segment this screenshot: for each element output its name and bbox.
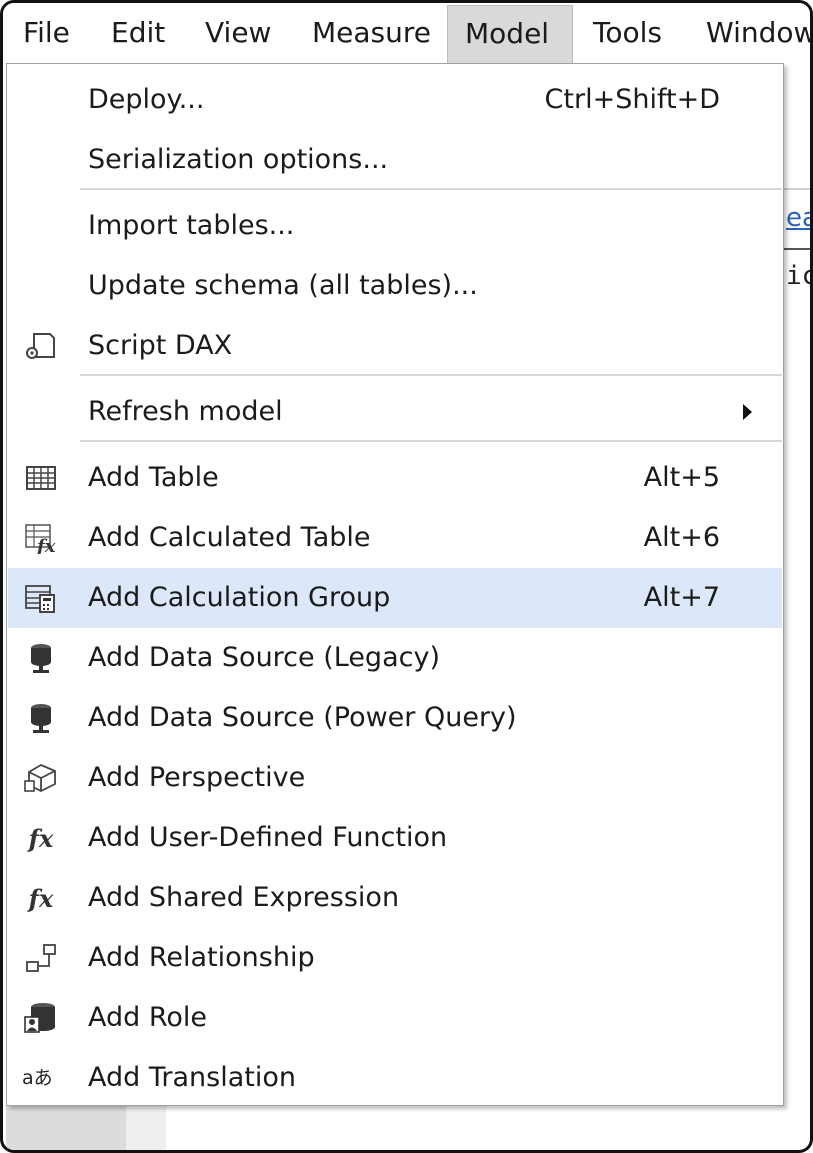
menu-item-label: Add Relationship [88, 942, 315, 973]
menu-item-serialization-options[interactable]: Serialization options... [8, 130, 782, 190]
menu-edit[interactable]: Edit [111, 3, 165, 60]
menu-item-label: Add Perspective [88, 762, 306, 793]
menu-item-import-tables[interactable]: Import tables... [8, 196, 782, 256]
background-link-fragment[interactable]: ea [786, 203, 810, 233]
menu-item-label: Add Table [88, 462, 219, 493]
menu-item-label: Add Data Source (Legacy) [88, 642, 440, 673]
menu-separator [80, 440, 782, 442]
menu-item-label: Update schema (all tables)... [88, 270, 478, 301]
menu-item-label: Script DAX [88, 330, 233, 361]
background-code-fragment: ic [786, 261, 810, 291]
background-divider [783, 188, 810, 190]
menu-item-add-shared-expression[interactable]: fx Add Shared Expression [8, 868, 782, 928]
calculation-group-icon [22, 581, 60, 615]
menu-model[interactable]: Model [447, 5, 573, 63]
menu-item-script-dax[interactable]: Script DAX [8, 316, 782, 376]
fx-icon: fx [22, 881, 60, 915]
menu-item-add-role[interactable]: Add Role [8, 988, 782, 1048]
menu-item-label: Refresh model [88, 396, 283, 427]
menu-item-shortcut: Alt+7 [643, 582, 720, 613]
menu-item-update-schema[interactable]: Update schema (all tables)... [8, 256, 782, 316]
menu-item-label: Add User-Defined Function [88, 822, 448, 853]
calculated-table-icon: fx [22, 521, 60, 555]
menu-item-add-relationship[interactable]: Add Relationship [8, 928, 782, 988]
menu-item-shortcut: Alt+5 [643, 462, 720, 493]
menu-item-add-data-source-power-query[interactable]: Add Data Source (Power Query) [8, 688, 782, 748]
menu-item-add-table[interactable]: Add Table Alt+5 [8, 448, 782, 508]
background-panel [126, 1103, 166, 1150]
fx-icon-text: fx [28, 823, 54, 853]
menu-view[interactable]: View [205, 3, 271, 60]
menu-item-add-data-source-legacy[interactable]: Add Data Source (Legacy) [8, 628, 782, 688]
menu-item-add-calculation-group[interactable]: Add Calculation Group Alt+7 [8, 568, 782, 628]
menu-separator [80, 188, 782, 190]
menu-item-label: Add Role [88, 1002, 208, 1033]
table-icon [22, 461, 60, 495]
menu-separator [80, 374, 782, 376]
role-icon [22, 1001, 60, 1035]
relationship-icon [22, 941, 60, 975]
model-dropdown-menu: Deploy... Ctrl+Shift+D Serialization opt… [6, 63, 784, 1106]
menu-item-label: Add Shared Expression [88, 882, 400, 913]
menu-item-refresh-model[interactable]: Refresh model [8, 382, 782, 442]
menu-item-label: Import tables... [88, 210, 295, 241]
script-icon [22, 329, 60, 363]
svg-text:fx: fx [35, 536, 56, 554]
perspective-icon [22, 761, 60, 795]
menu-item-shortcut: Ctrl+Shift+D [544, 84, 720, 115]
background-divider [783, 248, 810, 250]
submenu-arrow-icon [743, 404, 752, 420]
menu-item-label: Add Calculated Table [88, 522, 371, 553]
menu-item-label: Add Data Source (Power Query) [88, 702, 517, 733]
menu-item-add-user-defined-function[interactable]: fx Add User-Defined Function [8, 808, 782, 868]
menu-file[interactable]: File [23, 3, 70, 60]
menu-measure[interactable]: Measure [312, 3, 431, 60]
background-panel [6, 1103, 126, 1150]
menu-item-label: Serialization options... [88, 144, 389, 175]
translation-icon: aあ [22, 1061, 60, 1095]
menu-window[interactable]: Window [706, 3, 810, 60]
app-window: ea ic File Edit View Measure Model Tools… [0, 0, 813, 1153]
menu-item-label: Add Translation [88, 1062, 296, 1093]
menu-item-add-perspective[interactable]: Add Perspective [8, 748, 782, 808]
fx-icon: fx [22, 821, 60, 855]
menu-item-shortcut: Alt+6 [643, 522, 720, 553]
menu-tools[interactable]: Tools [593, 3, 662, 60]
translation-icon-text: aあ [22, 1066, 53, 1089]
fx-icon-text: fx [28, 883, 54, 913]
data-source-icon [22, 641, 60, 675]
menu-item-add-calculated-table[interactable]: fx Add Calculated Table Alt+6 [8, 508, 782, 568]
data-source-icon [22, 701, 60, 735]
menu-item-label: Add Calculation Group [88, 582, 391, 613]
menu-item-deploy[interactable]: Deploy... Ctrl+Shift+D [8, 70, 782, 130]
menu-item-label: Deploy... [88, 84, 205, 115]
menu-item-add-translation[interactable]: aあ Add Translation [8, 1048, 782, 1108]
menubar: File Edit View Measure Model Tools Windo… [3, 3, 810, 63]
